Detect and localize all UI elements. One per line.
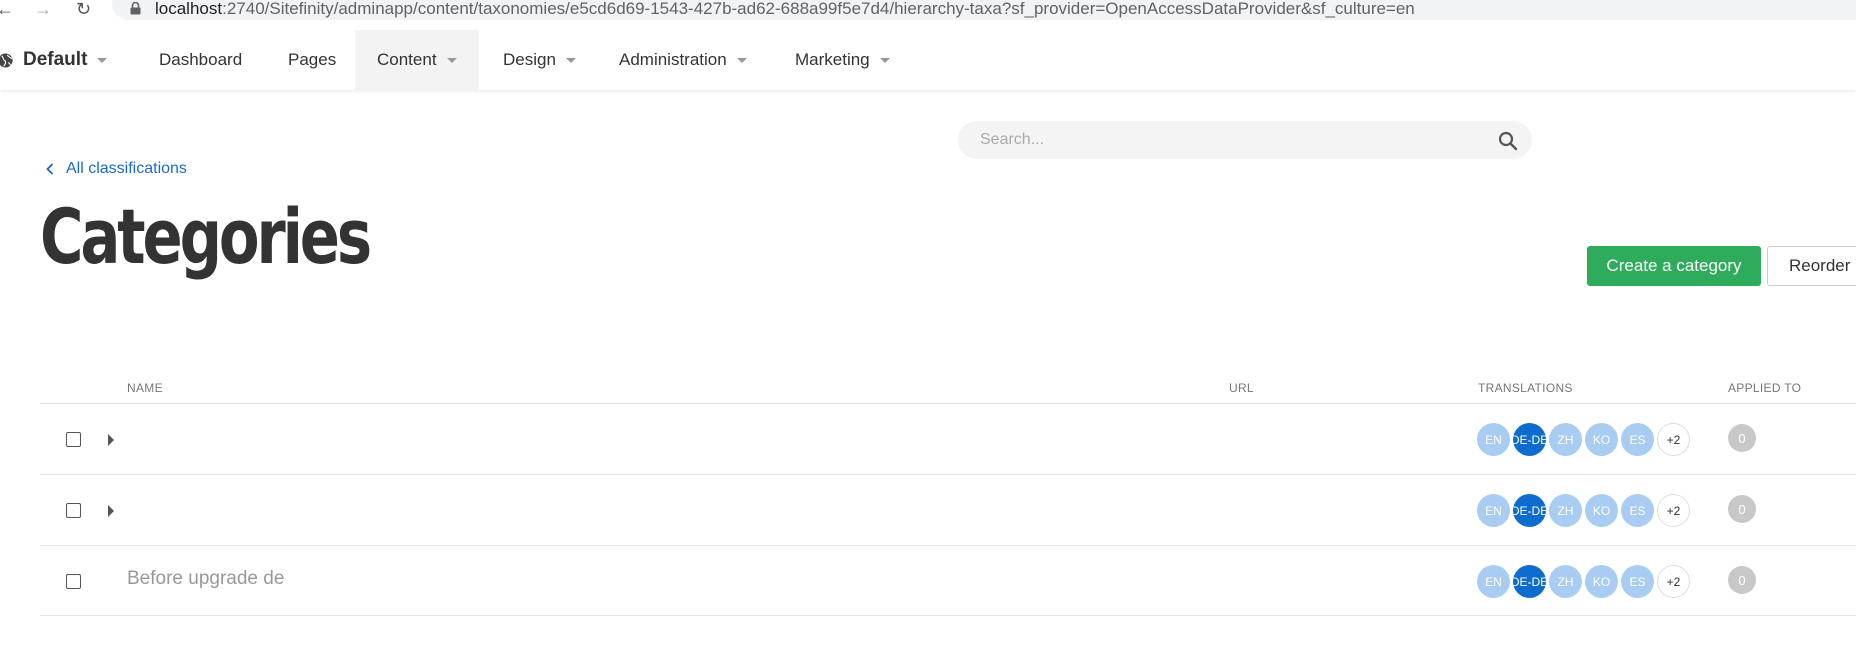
- search-input[interactable]: [980, 121, 1460, 159]
- language-badge-es[interactable]: ES: [1621, 423, 1654, 456]
- language-badge-zh[interactable]: ZH: [1549, 423, 1582, 456]
- nav-pages[interactable]: Pages: [266, 30, 358, 90]
- language-badge-zh[interactable]: ZH: [1549, 494, 1582, 527]
- language-badge-zh[interactable]: ZH: [1549, 565, 1582, 598]
- language-badge-ko[interactable]: KO: [1585, 423, 1618, 456]
- table-row[interactable]: Before upgrade de EN DE-DE ZH KO ES +2 0: [40, 545, 1856, 616]
- url-host: localhost: [155, 0, 223, 18]
- nav-design-label: Design: [503, 50, 556, 69]
- language-badge-en[interactable]: EN: [1477, 565, 1510, 598]
- language-badge-es[interactable]: ES: [1621, 565, 1654, 598]
- chevron-down-icon: [736, 57, 747, 63]
- column-header-applied-to: APPLIED TO: [1728, 381, 1802, 395]
- reload-icon[interactable]: ↻: [76, 0, 91, 18]
- create-category-button[interactable]: Create a category: [1587, 246, 1761, 286]
- nav-marketing-label: Marketing: [795, 50, 870, 69]
- breadcrumb-label: All classifications: [66, 160, 187, 177]
- applied-to-count: 0: [1728, 495, 1756, 523]
- row-name[interactable]: Before upgrade de: [127, 568, 284, 590]
- applied-to-count: 0: [1728, 566, 1756, 594]
- nav-marketing[interactable]: Marketing: [773, 30, 912, 90]
- forward-arrow-icon[interactable]: →: [34, 0, 52, 18]
- url-path: :2740/Sitefinity/adminapp/content/taxono…: [222, 0, 1415, 18]
- nav-administration-label: Administration: [619, 50, 727, 69]
- page-title: Categories: [40, 192, 372, 281]
- row-checkbox[interactable]: [66, 432, 81, 447]
- nav-content[interactable]: Content: [355, 30, 479, 90]
- expand-arrow-icon[interactable]: [108, 434, 114, 446]
- nav-content-label: Content: [377, 50, 437, 69]
- expand-arrow-icon[interactable]: [108, 505, 114, 517]
- column-header-url: URL: [1229, 381, 1254, 395]
- language-badge-ko[interactable]: KO: [1585, 565, 1618, 598]
- column-header-name[interactable]: NAME: [127, 381, 163, 395]
- more-languages-badge[interactable]: +2: [1657, 565, 1690, 598]
- language-badge-ko[interactable]: KO: [1585, 494, 1618, 527]
- translation-badges: EN DE-DE ZH KO ES +2: [1477, 494, 1693, 527]
- language-badge-de-de[interactable]: DE-DE: [1513, 494, 1546, 527]
- applied-to-count: 0: [1728, 424, 1756, 452]
- nav-design[interactable]: Design: [481, 30, 598, 90]
- url-text[interactable]: localhost:2740/Sitefinity/adminapp/conte…: [155, 0, 1415, 18]
- nav-administration[interactable]: Administration: [597, 30, 769, 90]
- row-checkbox[interactable]: [66, 574, 81, 589]
- more-languages-badge[interactable]: +2: [1657, 423, 1690, 456]
- table-row[interactable]: EN DE-DE ZH KO ES +2 0: [40, 474, 1856, 545]
- chevron-down-icon: [446, 57, 457, 63]
- chevron-left-icon: [46, 163, 54, 175]
- top-navigation: Default Dashboard Pages Content Design A…: [0, 30, 1856, 90]
- reorder-button[interactable]: Reorder: [1767, 246, 1856, 286]
- language-badge-de-de[interactable]: DE-DE: [1513, 565, 1546, 598]
- site-selector[interactable]: Default: [0, 30, 108, 90]
- language-badge-en[interactable]: EN: [1477, 494, 1510, 527]
- translation-badges: EN DE-DE ZH KO ES +2: [1477, 423, 1693, 456]
- nav-dashboard[interactable]: Dashboard: [137, 30, 264, 90]
- more-languages-badge[interactable]: +2: [1657, 494, 1690, 527]
- row-checkbox[interactable]: [66, 503, 81, 518]
- globe-icon: [0, 52, 13, 68]
- nav-pages-label: Pages: [288, 50, 337, 69]
- table-row[interactable]: EN DE-DE ZH KO ES +2 0: [40, 403, 1856, 474]
- language-badge-es[interactable]: ES: [1621, 494, 1654, 527]
- browser-address-bar: ← → ↻ localhost:2740/Sitefinity/adminapp…: [0, 0, 1856, 22]
- chevron-down-icon: [97, 57, 108, 63]
- column-header-translations: TRANSLATIONS: [1478, 381, 1573, 395]
- breadcrumb-back-link[interactable]: All classifications: [46, 160, 187, 178]
- language-badge-de-de[interactable]: DE-DE: [1513, 423, 1546, 456]
- nav-dashboard-label: Dashboard: [159, 50, 243, 69]
- chevron-down-icon: [879, 57, 890, 63]
- language-badge-en[interactable]: EN: [1477, 423, 1510, 456]
- back-arrow-icon[interactable]: ←: [0, 0, 14, 18]
- search-icon[interactable]: [1498, 131, 1518, 151]
- chevron-down-icon: [565, 57, 576, 63]
- site-label: Default: [23, 49, 88, 70]
- lock-icon: [130, 2, 141, 15]
- search-box: [958, 121, 1532, 159]
- translation-badges: EN DE-DE ZH KO ES +2: [1477, 565, 1693, 598]
